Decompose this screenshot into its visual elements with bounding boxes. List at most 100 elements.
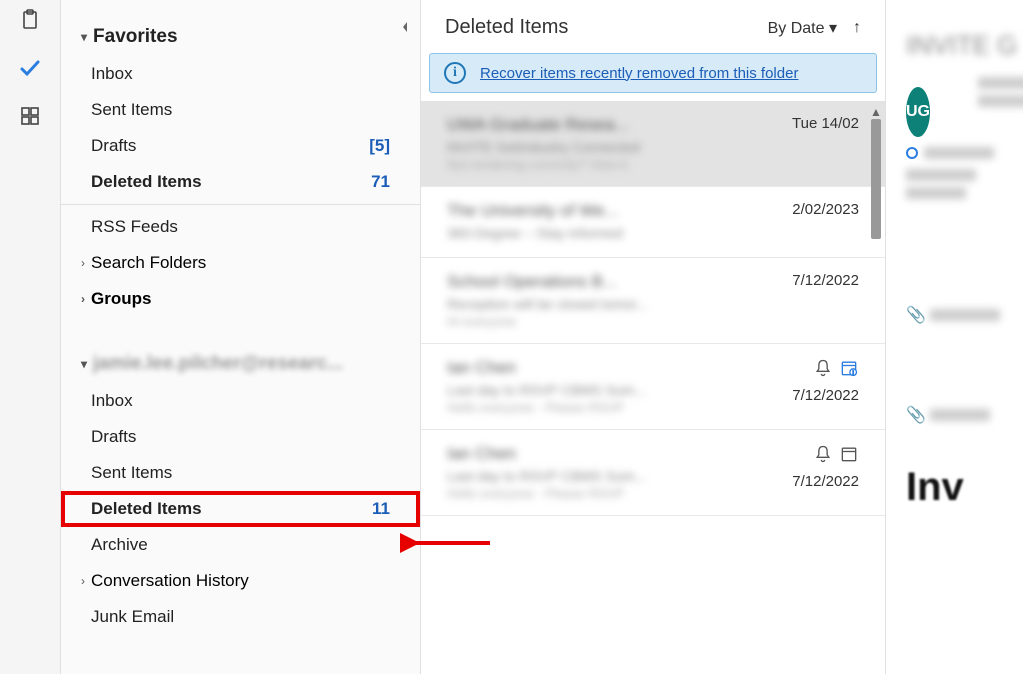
- deleted-acct-count: 11: [372, 499, 390, 519]
- recover-banner: i Recover items recently removed from th…: [429, 53, 877, 93]
- message-date: 7/12/2022: [792, 387, 859, 404]
- message-item[interactable]: The University of We... 360-Degree – Sta…: [421, 187, 885, 258]
- status-icon: [906, 147, 918, 159]
- message-date: 7/12/2022: [792, 272, 859, 289]
- folder-sidebar: ▾ Favorites Inbox Sent Items Drafts [5] …: [60, 0, 420, 674]
- sidebar-item-deleted-acct[interactable]: Deleted Items 11: [61, 491, 420, 527]
- sort-dropdown[interactable]: By Date ▾: [768, 18, 837, 38]
- message-item[interactable]: Ian Chen Last day to RSVP CBMS Sum... He…: [421, 344, 885, 430]
- message-date: 7/12/2022: [792, 473, 859, 490]
- blurred-text: [906, 169, 976, 181]
- sidebar-item-label: RSS Feeds: [91, 217, 178, 237]
- app-iconbar: [0, 0, 60, 674]
- sidebar-item-label: Junk Email: [91, 607, 174, 627]
- folder-title: Deleted Items: [445, 16, 568, 39]
- blurred-text: [978, 77, 1023, 89]
- sidebar-item-groups[interactable]: › Groups: [61, 281, 420, 317]
- blurred-text: [906, 187, 966, 199]
- sidebar-item-label: Archive: [91, 535, 148, 555]
- svg-text:i: i: [853, 371, 854, 377]
- message-sender: UWA Graduate Resea...: [447, 115, 759, 135]
- blurred-text: [930, 409, 990, 421]
- message-date: 2/02/2023: [792, 201, 859, 218]
- sidebar-item-inbox[interactable]: Inbox: [61, 56, 420, 92]
- blurred-text: [978, 95, 1023, 107]
- blurred-text: [924, 147, 994, 159]
- deleted-count: 71: [371, 172, 390, 192]
- sidebar-item-archive[interactable]: Archive: [61, 527, 420, 563]
- sidebar-item-junk[interactable]: Junk Email: [61, 599, 420, 635]
- sidebar-item-rss[interactable]: RSS Feeds: [61, 209, 420, 245]
- chevron-right-icon: ›: [81, 574, 85, 588]
- sidebar-item-inbox-acct[interactable]: Inbox: [61, 383, 420, 419]
- bell-icon: [813, 444, 833, 469]
- message-item[interactable]: Ian Chen Last day to RSVP CBMS Sum... He…: [421, 430, 885, 516]
- sidebar-item-label: Groups: [91, 289, 151, 309]
- message-preview: Not rendering correctly? View it: [447, 157, 759, 172]
- chevron-right-icon: ›: [81, 292, 85, 306]
- reading-body-heading: Inv: [906, 465, 1023, 510]
- calendar-info-icon: i: [839, 358, 859, 383]
- sidebar-item-deleted-fav[interactable]: Deleted Items 71: [61, 164, 420, 200]
- sidebar-item-label: Inbox: [91, 64, 133, 84]
- sidebar-item-conv-history[interactable]: › Conversation History: [61, 563, 420, 599]
- sidebar-item-search-folders[interactable]: › Search Folders: [61, 245, 420, 281]
- message-sender: Ian Chen: [447, 444, 759, 464]
- sidebar-item-drafts-acct[interactable]: Drafts: [61, 419, 420, 455]
- chevron-right-icon: ›: [81, 256, 85, 270]
- message-sender: Ian Chen: [447, 358, 759, 378]
- sidebar-item-label: Deleted Items: [91, 499, 202, 519]
- favorites-label: Favorites: [93, 26, 177, 48]
- scroll-up-icon[interactable]: ▲: [869, 105, 883, 119]
- message-subject: Reception will be closed tomor...: [447, 296, 759, 312]
- sidebar-item-label: Inbox: [91, 391, 133, 411]
- sidebar-item-label: Drafts: [91, 427, 136, 447]
- message-list-pane: Deleted Items By Date ▾ ↑ i Recover item…: [420, 0, 885, 674]
- sidebar-item-label: Deleted Items: [91, 172, 202, 192]
- message-subject: Last day to RSVP CBMS Sum...: [447, 382, 759, 398]
- message-date: Tue 14/02: [792, 115, 859, 132]
- message-sender: The University of We...: [447, 201, 759, 221]
- message-subject: 360-Degree – Stay informed: [447, 225, 759, 241]
- attachment-icon: 📎: [906, 405, 926, 425]
- message-item[interactable]: School Operations B... Reception will be…: [421, 258, 885, 344]
- message-preview: Hello everyone - Please RSVP: [447, 486, 759, 501]
- sidebar-item-label: Sent Items: [91, 100, 172, 120]
- reading-title: INVITE G: [906, 30, 1023, 61]
- recover-link[interactable]: Recover items recently removed from this…: [480, 65, 798, 82]
- message-list: UWA Graduate Resea... INVITE GetIndustry…: [421, 101, 885, 674]
- message-item[interactable]: UWA Graduate Resea... INVITE GetIndustry…: [421, 101, 885, 187]
- checkmark-icon[interactable]: [18, 56, 42, 80]
- reading-pane: INVITE G UG 📎 📎 Inv: [885, 0, 1023, 674]
- attachment-icon: 📎: [906, 305, 926, 325]
- chevron-down-icon: ▾: [829, 20, 837, 37]
- sidebar-item-label: Sent Items: [91, 463, 172, 483]
- chevron-down-icon: ▾: [81, 357, 87, 371]
- clipboard-icon[interactable]: [18, 8, 42, 32]
- scrollbar[interactable]: ▲: [869, 105, 883, 670]
- avatar: UG: [906, 87, 930, 137]
- sidebar-item-sent[interactable]: Sent Items: [61, 92, 420, 128]
- message-sender: School Operations B...: [447, 272, 759, 292]
- favorites-header[interactable]: ▾ Favorites: [61, 18, 420, 56]
- sidebar-item-drafts[interactable]: Drafts [5]: [61, 128, 420, 164]
- sidebar-item-label: Search Folders: [91, 253, 206, 273]
- bell-icon: [813, 358, 833, 383]
- scrollbar-thumb[interactable]: [871, 119, 881, 239]
- calendar-icon: [839, 444, 859, 469]
- drafts-count: [5]: [369, 136, 390, 156]
- message-preview: Hi everyone: [447, 314, 759, 329]
- sort-ascending-icon[interactable]: ↑: [853, 19, 861, 37]
- chevron-down-icon: ▾: [81, 30, 87, 44]
- message-subject: Last day to RSVP CBMS Sum...: [447, 468, 759, 484]
- message-subject: INVITE GetIndustry Connected: [447, 139, 759, 155]
- account-header[interactable]: ▾ jamie.lee.pilcher@researc...: [61, 345, 420, 383]
- account-label: jamie.lee.pilcher@researc...: [93, 353, 343, 375]
- sidebar-item-label: Drafts: [91, 136, 136, 156]
- sidebar-item-sent-acct[interactable]: Sent Items: [61, 455, 420, 491]
- sidebar-item-label: Conversation History: [91, 571, 249, 591]
- collapse-sidebar-icon[interactable]: [400, 20, 410, 39]
- blurred-text: [930, 309, 1000, 321]
- apps-grid-icon[interactable]: [18, 104, 42, 128]
- info-icon: i: [444, 62, 466, 84]
